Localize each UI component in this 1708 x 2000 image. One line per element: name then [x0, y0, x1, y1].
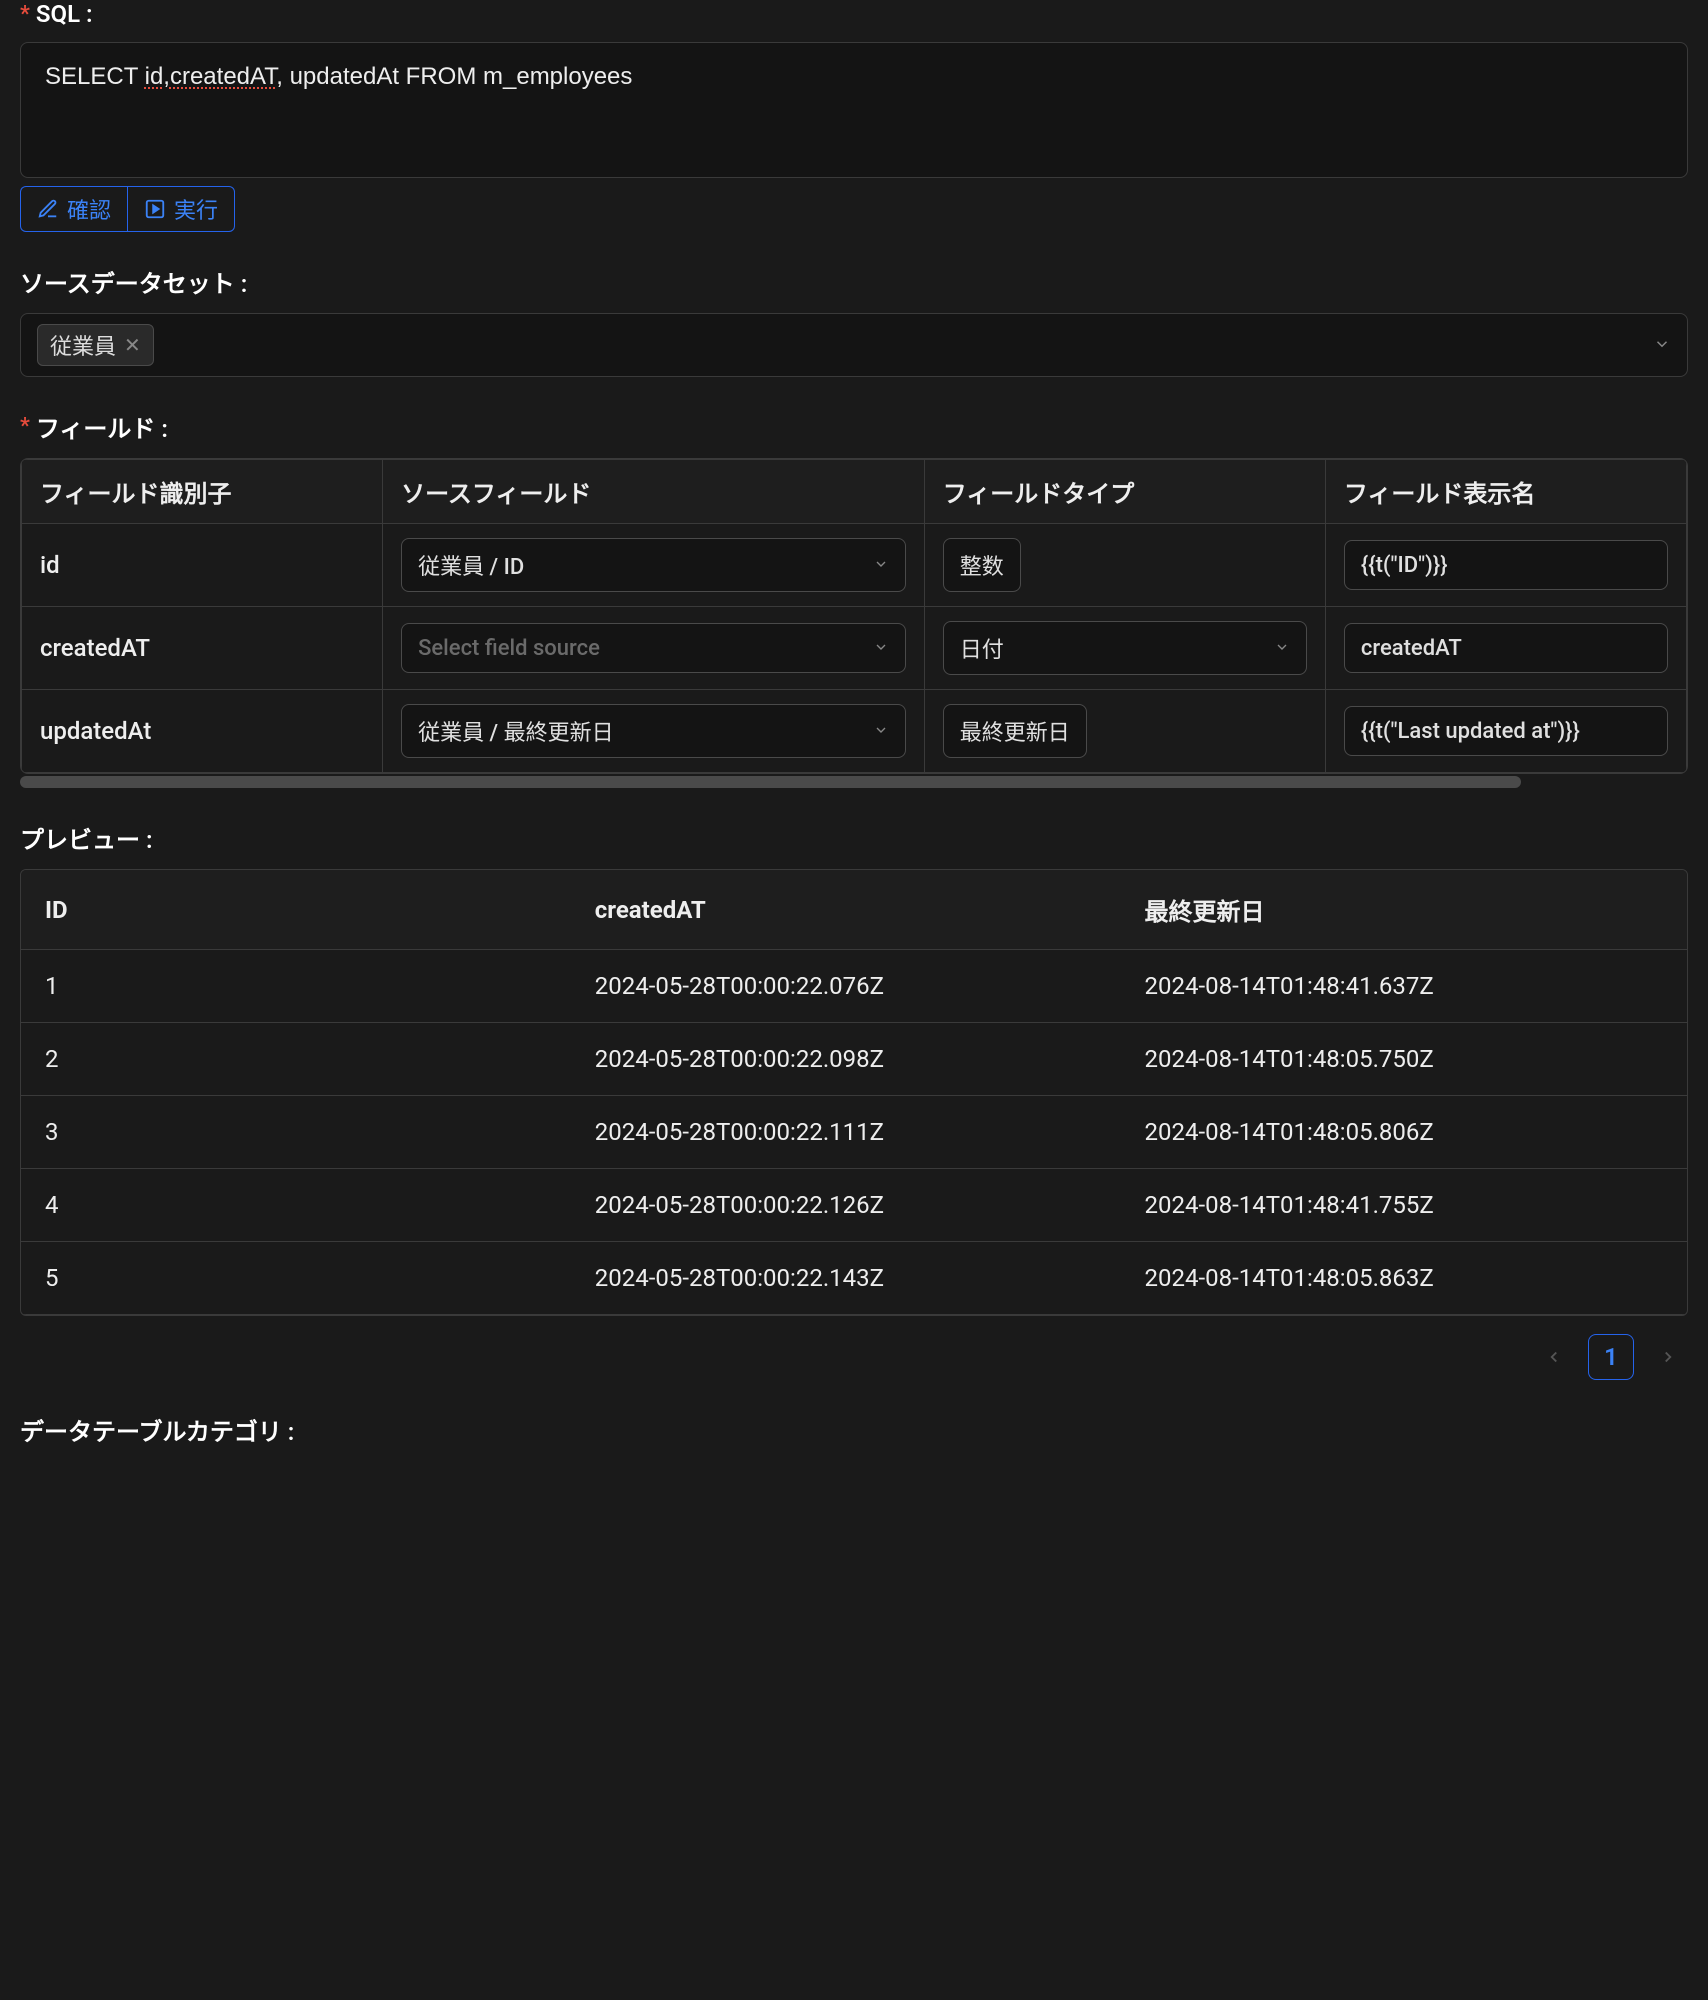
- field-identifier: id: [22, 524, 383, 607]
- table-row: createdAT Select field source 日付 createdAT: [22, 607, 1687, 690]
- table-row: 52024-05-28T00:00:22.143Z2024-08-14T01:4…: [21, 1242, 1687, 1315]
- confirm-button-label: 確認: [67, 193, 111, 225]
- preview-cell: 2024-05-28T00:00:22.143Z: [571, 1242, 1121, 1315]
- preview-col-2: 最終更新日: [1121, 870, 1687, 950]
- page-prev[interactable]: [1534, 1337, 1574, 1377]
- fields-label: フィールド :: [20, 409, 1688, 444]
- field-display-input[interactable]: {{t("Last updated at")}}: [1344, 706, 1668, 756]
- field-display-cell: createdAT: [1325, 607, 1686, 690]
- preview-cell: 1: [21, 950, 571, 1023]
- field-type-select[interactable]: 日付: [943, 621, 1307, 675]
- field-source-value: Select field source: [418, 636, 600, 661]
- play-icon: [144, 198, 166, 220]
- preview-cell: 2024-08-14T01:48:05.750Z: [1121, 1023, 1687, 1096]
- field-type-cell: 日付: [924, 607, 1325, 690]
- sql-text-part: id: [145, 63, 164, 90]
- source-dataset-select[interactable]: 従業員 ✕: [20, 313, 1688, 377]
- source-dataset-label: ソースデータセット :: [20, 264, 1688, 299]
- preview-table: ID createdAT 最終更新日 12024-05-28T00:00:22.…: [20, 869, 1688, 1316]
- table-row: 32024-05-28T00:00:22.111Z2024-08-14T01:4…: [21, 1096, 1687, 1169]
- field-type-value: 日付: [960, 632, 1004, 664]
- field-identifier: updatedAt: [22, 690, 383, 773]
- chevron-down-icon: [873, 553, 889, 578]
- field-source-value: 従業員 / ID: [418, 549, 524, 581]
- table-row: 12024-05-28T00:00:22.076Z2024-08-14T01:4…: [21, 950, 1687, 1023]
- fields-col-source: ソースフィールド: [383, 460, 925, 524]
- field-type-cell: 整数: [924, 524, 1325, 607]
- sql-text-part: , updatedAt FROM m_employees: [276, 63, 632, 90]
- fields-col-display: フィールド表示名: [1325, 460, 1686, 524]
- confirm-button[interactable]: 確認: [20, 186, 127, 232]
- field-source-cell: 従業員 / 最終更新日: [383, 690, 925, 773]
- sql-text-part: ,: [163, 63, 170, 90]
- table-row: id 従業員 / ID 整数 {{t("ID")}}: [22, 524, 1687, 607]
- preview-cell: 5: [21, 1242, 571, 1315]
- field-display-cell: {{t("Last updated at")}}: [1325, 690, 1686, 773]
- dataset-tag-label: 従業員: [50, 329, 116, 361]
- preview-col-0: ID: [21, 870, 571, 950]
- chevron-down-icon: [873, 719, 889, 744]
- preview-cell: 2: [21, 1023, 571, 1096]
- page-number-current[interactable]: 1: [1588, 1334, 1634, 1380]
- sql-label: SQL :: [20, 0, 1688, 28]
- table-row: updatedAt 従業員 / 最終更新日 最終更新日 {{t("Last updat…: [22, 690, 1687, 773]
- field-type-cell: 最終更新日: [924, 690, 1325, 773]
- sql-editor[interactable]: SELECT id,createdAT, updatedAt FROM m_em…: [20, 42, 1688, 178]
- sql-text-part: SELECT: [45, 63, 145, 90]
- field-source-value: 従業員 / 最終更新日: [418, 715, 614, 747]
- preview-cell: 4: [21, 1169, 571, 1242]
- sql-text-part: createdAT: [170, 63, 276, 90]
- preview-cell: 2024-05-28T00:00:22.126Z: [571, 1169, 1121, 1242]
- preview-cell: 2024-08-14T01:48:05.806Z: [1121, 1096, 1687, 1169]
- pagination: 1: [20, 1334, 1688, 1380]
- preview-col-1: createdAT: [571, 870, 1121, 950]
- preview-cell: 2024-05-28T00:00:22.098Z: [571, 1023, 1121, 1096]
- preview-header-row: ID createdAT 最終更新日: [21, 870, 1687, 950]
- field-display-cell: {{t("ID")}}: [1325, 524, 1686, 607]
- field-display-input[interactable]: {{t("ID")}}: [1344, 540, 1668, 590]
- horizontal-scrollbar[interactable]: [20, 776, 1688, 788]
- fields-table: フィールド識別子 ソースフィールド フィールドタイプ フィールド表示名 id 従業…: [20, 458, 1688, 774]
- category-label: データテーブルカテゴリ :: [20, 1412, 1688, 1447]
- preview-cell: 2024-08-14T01:48:05.863Z: [1121, 1242, 1687, 1315]
- fields-col-type: フィールドタイプ: [924, 460, 1325, 524]
- dataset-tag[interactable]: 従業員 ✕: [37, 324, 154, 366]
- chevron-down-icon: [1653, 331, 1671, 359]
- preview-cell: 2024-05-28T00:00:22.111Z: [571, 1096, 1121, 1169]
- preview-cell: 3: [21, 1096, 571, 1169]
- field-source-select[interactable]: 従業員 / ID: [401, 538, 906, 592]
- preview-cell: 2024-08-14T01:48:41.755Z: [1121, 1169, 1687, 1242]
- table-row: 22024-05-28T00:00:22.098Z2024-08-14T01:4…: [21, 1023, 1687, 1096]
- field-identifier: createdAT: [22, 607, 383, 690]
- table-row: 42024-05-28T00:00:22.126Z2024-08-14T01:4…: [21, 1169, 1687, 1242]
- field-source-select[interactable]: Select field source: [401, 623, 906, 673]
- fields-col-identifier: フィールド識別子: [22, 460, 383, 524]
- preview-cell: 2024-05-28T00:00:22.076Z: [571, 950, 1121, 1023]
- field-type-tag[interactable]: 整数: [943, 538, 1021, 592]
- preview-cell: 2024-08-14T01:48:41.637Z: [1121, 950, 1687, 1023]
- execute-button-label: 実行: [174, 193, 218, 225]
- execute-button[interactable]: 実行: [127, 186, 235, 232]
- field-source-select[interactable]: 従業員 / 最終更新日: [401, 704, 906, 758]
- page-next[interactable]: [1648, 1337, 1688, 1377]
- scrollbar-thumb[interactable]: [20, 776, 1521, 788]
- field-source-cell: Select field source: [383, 607, 925, 690]
- close-icon[interactable]: ✕: [124, 333, 141, 357]
- fields-header-row: フィールド識別子 ソースフィールド フィールドタイプ フィールド表示名: [22, 460, 1687, 524]
- chevron-down-icon: [1274, 636, 1290, 661]
- field-type-tag[interactable]: 最終更新日: [943, 704, 1087, 758]
- chevron-down-icon: [873, 636, 889, 661]
- field-display-input[interactable]: createdAT: [1344, 623, 1668, 673]
- field-source-cell: 従業員 / ID: [383, 524, 925, 607]
- edit-icon: [37, 198, 59, 220]
- preview-label: プレビュー :: [20, 820, 1688, 855]
